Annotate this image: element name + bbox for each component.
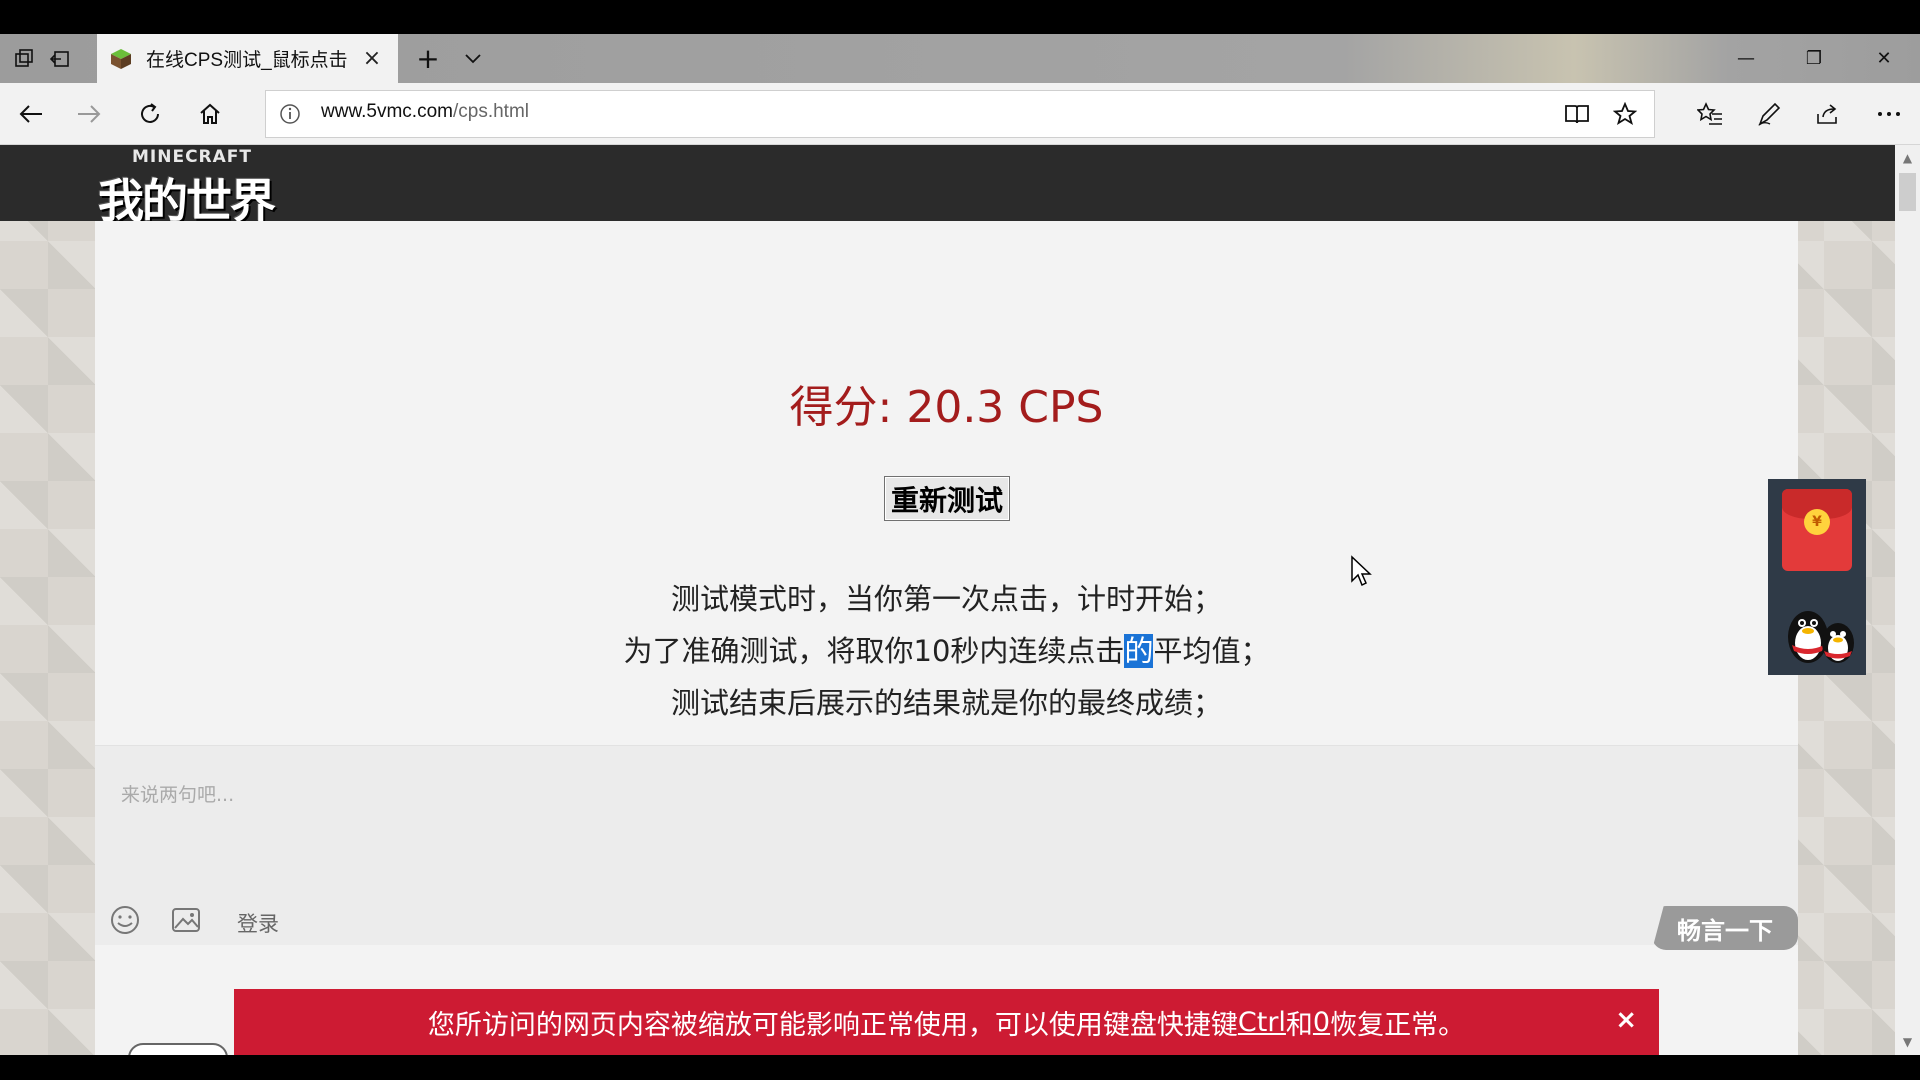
address-bar[interactable]: www.5vmc.com/cps.html: [265, 90, 1655, 138]
scroll-up-icon[interactable]: ▲: [1895, 147, 1920, 169]
tab-list-chevron-icon[interactable]: [456, 34, 490, 83]
url-domain: www.5vmc.com: [321, 101, 453, 122]
instruction-line-2: 为了准确测试，将取你10秒内连续点击的平均值；: [95, 625, 1798, 677]
red-envelope-icon[interactable]: ¥: [1782, 489, 1852, 571]
emoji-icon[interactable]: [109, 904, 141, 936]
instruction-line-1: 测试模式时，当你第一次点击，计时开始；: [670, 582, 1222, 616]
page-viewport: MINECRAFT 我的世界 得分: 20.3 CPS 重新测试 测试模式时，当…: [0, 145, 1895, 1055]
alert-key-ctrl: Ctrl: [1237, 1006, 1286, 1038]
scroll-down-icon[interactable]: ▼: [1895, 1031, 1920, 1053]
url-path: /cps.html: [452, 101, 529, 122]
reading-view-icon[interactable]: [1554, 91, 1600, 137]
tab-manager-icon[interactable]: [4, 34, 44, 83]
floating-widget: ¥: [1768, 479, 1866, 675]
cps-score: 得分: 20.3 CPS: [789, 382, 1104, 433]
refresh-icon[interactable]: [121, 83, 179, 145]
bottom-strip: [0, 1055, 1920, 1080]
site-info-icon[interactable]: [278, 102, 302, 126]
restore-button[interactable]: ❐: [1780, 34, 1848, 83]
scroll-thumb[interactable]: [1899, 173, 1916, 211]
zoom-warning-banner: 您所访问的网页内容被缩放可能影响正常使用，可以使用键盘快捷键 Ctrl 和 0 …: [234, 989, 1659, 1055]
partial-button[interactable]: [128, 1043, 228, 1055]
instructions: 测试模式时，当你第一次点击，计时开始； 为了准确测试，将取你10秒内连续点击的平…: [95, 573, 1798, 729]
submit-comment-button[interactable]: 畅言一下: [1652, 906, 1798, 950]
tab-strip: 在线CPS测试_鼠标点击 × + — ❐ ✕: [0, 34, 1920, 83]
comment-input[interactable]: 来说两句吧...: [121, 780, 234, 807]
site-header: MINECRAFT 我的世界: [0, 145, 1895, 228]
close-window-button[interactable]: ✕: [1850, 34, 1918, 83]
navigation-bar: www.5vmc.com/cps.html: [0, 83, 1920, 145]
home-icon[interactable]: [181, 83, 239, 145]
favorite-star-icon[interactable]: [1602, 91, 1648, 137]
grass-block-icon: [110, 48, 132, 70]
tab-cps-test[interactable]: 在线CPS测试_鼠标点击 ×: [97, 34, 398, 83]
logo-small-text: MINECRAFT: [132, 147, 253, 167]
login-link[interactable]: 登录: [237, 908, 279, 938]
instruction-line-2-start: 为了准确测试，将取你10秒内连续点击: [623, 634, 1125, 668]
alert-text-mid: 和: [1285, 1009, 1313, 1041]
pen-notes-icon[interactable]: [1740, 83, 1798, 145]
vertical-scrollbar[interactable]: ▲ ▼: [1895, 145, 1920, 1055]
qq-penguin-icon[interactable]: [1778, 597, 1860, 667]
alert-text-end: 恢复正常。: [1330, 1009, 1466, 1041]
instruction-line-3: 测试结束后展示的结果就是你的最终成绩；: [670, 686, 1222, 720]
title-strip: [0, 0, 1920, 34]
tab-title: 在线CPS测试_鼠标点击: [146, 50, 348, 71]
image-upload-icon[interactable]: [170, 904, 202, 936]
alert-text-start: 您所访问的网页内容被缩放可能影响正常使用，可以使用键盘快捷键: [427, 1009, 1238, 1041]
browser-window: 在线CPS测试_鼠标点击 × + — ❐ ✕ www.5vmc.com/cps.…: [0, 0, 1920, 1080]
set-aside-tabs-icon[interactable]: [40, 34, 80, 83]
url-text[interactable]: www.5vmc.com/cps.html: [321, 101, 529, 123]
alert-key-zero: 0: [1312, 1006, 1331, 1038]
mouse-cursor-icon: [1350, 555, 1372, 587]
instruction-line-2-end: 平均值；: [1153, 634, 1270, 668]
back-arrow-icon[interactable]: [2, 83, 60, 145]
forward-arrow-icon[interactable]: [60, 83, 118, 145]
retest-button[interactable]: 重新测试: [884, 476, 1010, 521]
minimize-button[interactable]: —: [1712, 34, 1780, 83]
close-tab-icon[interactable]: ×: [360, 46, 384, 71]
close-alert-button[interactable]: ×: [1615, 1005, 1637, 1035]
more-menu-icon[interactable]: [1860, 83, 1918, 145]
new-tab-button[interactable]: +: [408, 34, 448, 83]
comment-box: 来说两句吧... 登录 畅言一下: [95, 745, 1798, 950]
selected-text: 的: [1124, 634, 1154, 668]
coin-icon: ¥: [1804, 509, 1830, 535]
minecraft-logo[interactable]: MINECRAFT 我的世界: [94, 145, 294, 228]
main-content: 得分: 20.3 CPS 重新测试 测试模式时，当你第一次点击，计时开始； 为了…: [95, 221, 1798, 1055]
favorites-hub-icon[interactable]: [1681, 83, 1739, 145]
share-icon[interactable]: [1799, 83, 1857, 145]
